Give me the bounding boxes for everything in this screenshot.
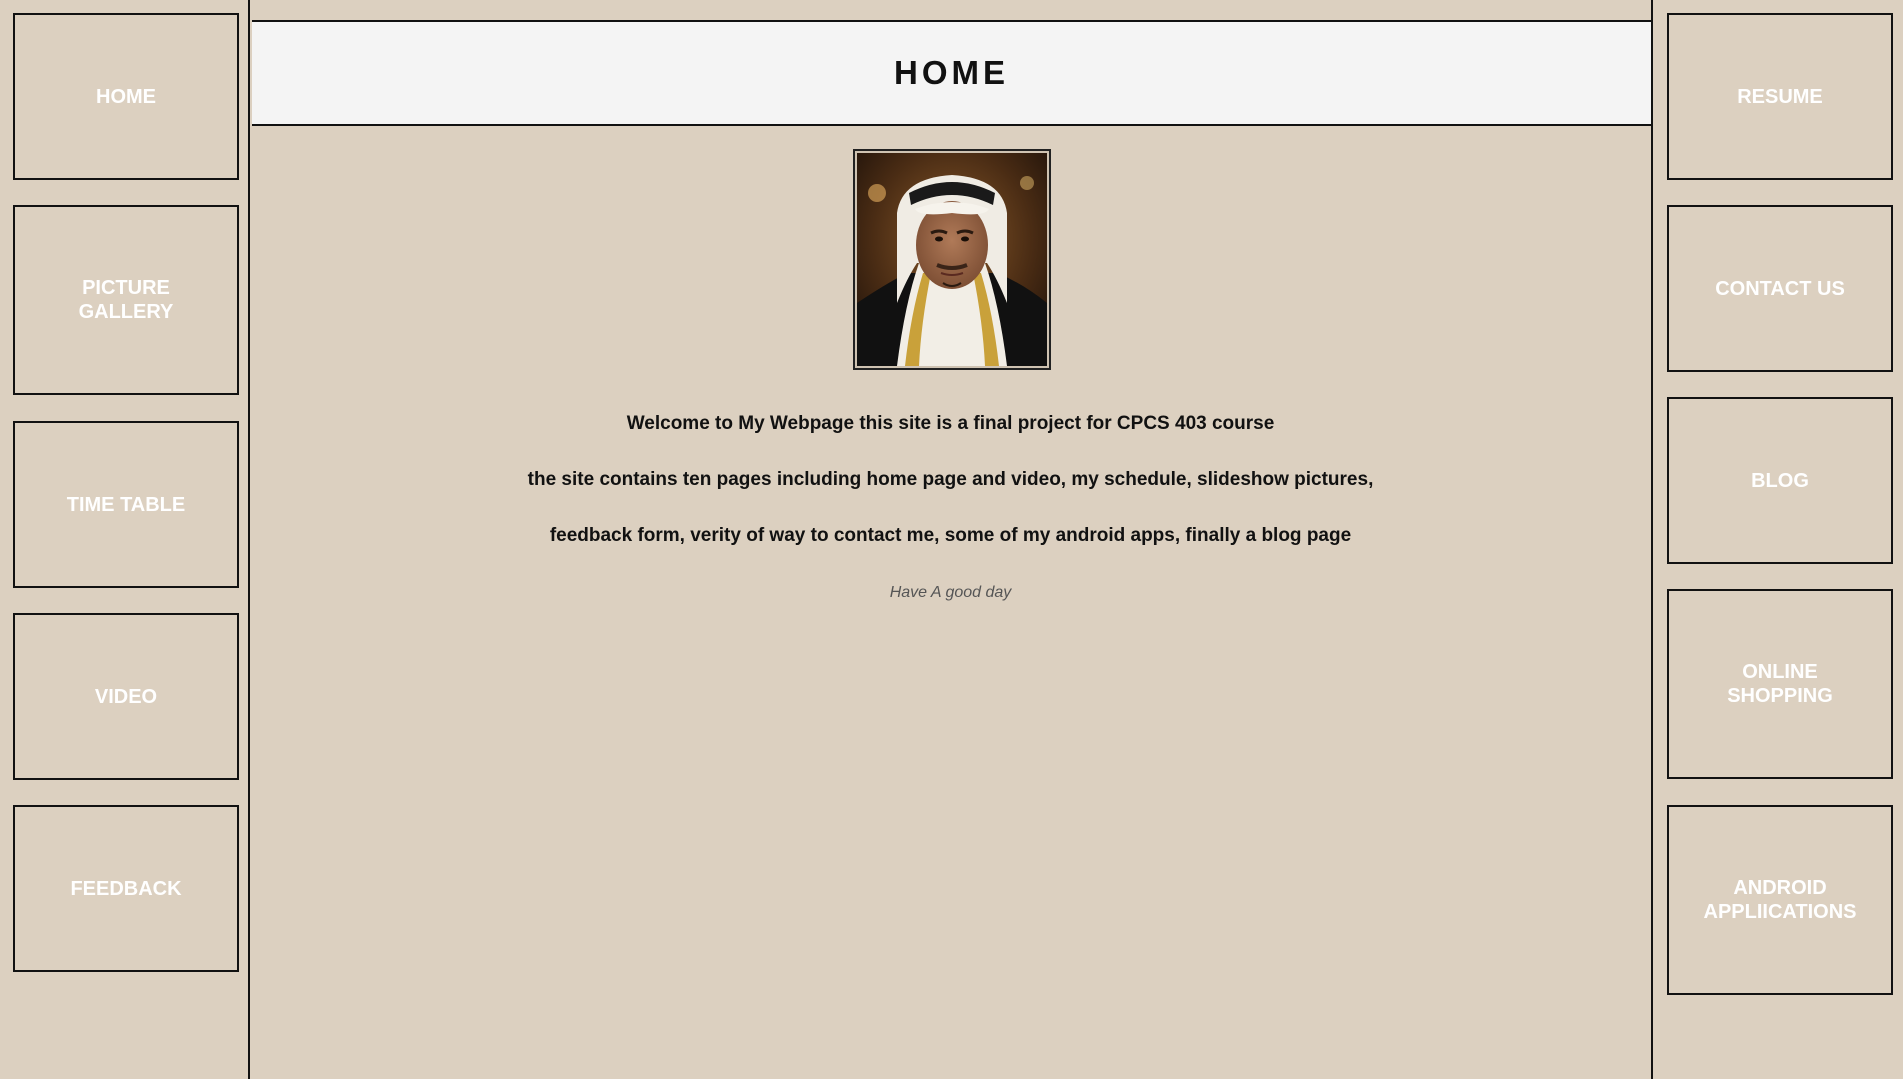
- nav-android-applications-button[interactable]: ANDROID APPLIICATIONS: [1667, 805, 1893, 995]
- profile-photo-image: [857, 153, 1047, 366]
- right-nav: RESUME CONTACT US BLOG ONLINE SHOPPING A…: [1651, 0, 1903, 1079]
- profile-photo: [853, 149, 1051, 370]
- description-line-1: the site contains ten pages including ho…: [527, 469, 1374, 490]
- page: HOME PICTURE GALLERY TIME TABLE VIDEO FE…: [0, 0, 1903, 1079]
- signoff-text: Have A good day: [889, 584, 1012, 601]
- description-line-2: feedback form, verity of way to contact …: [549, 525, 1352, 546]
- nav-contact-us-button[interactable]: CONTACT US: [1667, 205, 1893, 372]
- main-content: HOME Welcome to My Webpage this site is …: [250, 0, 1651, 1079]
- nav-home-button[interactable]: HOME: [13, 13, 239, 180]
- page-header: HOME: [252, 20, 1651, 126]
- nav-feedback-button[interactable]: FEEDBACK: [13, 805, 239, 972]
- nav-video-button[interactable]: VIDEO: [13, 613, 239, 780]
- left-nav: HOME PICTURE GALLERY TIME TABLE VIDEO FE…: [0, 0, 250, 1079]
- nav-blog-button[interactable]: BLOG: [1667, 397, 1893, 564]
- nav-time-table-button[interactable]: TIME TABLE: [13, 421, 239, 588]
- page-title: HOME: [894, 54, 1009, 91]
- nav-resume-button[interactable]: RESUME: [1667, 13, 1893, 180]
- nav-picture-gallery-button[interactable]: PICTURE GALLERY: [13, 205, 239, 395]
- nav-online-shopping-button[interactable]: ONLINE SHOPPING: [1667, 589, 1893, 779]
- welcome-line: Welcome to My Webpage this site is a fin…: [626, 413, 1275, 434]
